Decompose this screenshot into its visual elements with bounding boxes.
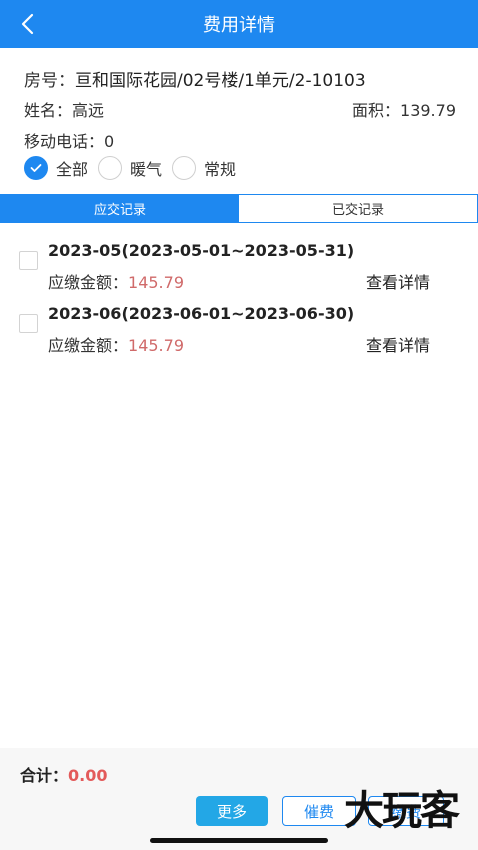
record-amount: 应缴金额：145.79 bbox=[48, 332, 184, 356]
record-tabs: 应交记录 已交记录 bbox=[0, 194, 478, 223]
list-item: 2023-05(2023-05-01~2023-05-31) 应缴金额：145.… bbox=[0, 241, 478, 301]
record-checkbox[interactable] bbox=[19, 251, 38, 270]
tab-paid-records[interactable]: 已交记录 bbox=[239, 195, 477, 222]
view-detail-link[interactable]: 查看详情 bbox=[366, 332, 430, 356]
home-indicator bbox=[150, 838, 328, 843]
watermark: 大玩客 bbox=[344, 788, 460, 834]
area-label: 面积： bbox=[352, 101, 401, 120]
amount-value: 145.79 bbox=[128, 336, 184, 355]
name-row: 姓名：高远 bbox=[24, 97, 104, 121]
area-value: 139.79 bbox=[400, 101, 456, 120]
record-amount: 应缴金额：145.79 bbox=[48, 269, 184, 293]
phone-label: 移动电话： bbox=[24, 132, 105, 151]
total-amount: 合计：0.00 bbox=[20, 762, 108, 786]
amount-label: 应缴金额： bbox=[48, 273, 129, 292]
fee-type-filter: 全部 暖气 常规 bbox=[24, 155, 246, 181]
list-item: 2023-06(2023-06-01~2023-06-30) 应缴金额：145.… bbox=[0, 304, 478, 364]
filter-label-heating[interactable]: 暖气 bbox=[130, 156, 162, 180]
checkmark-icon bbox=[30, 164, 42, 172]
filter-label-regular[interactable]: 常规 bbox=[204, 156, 236, 180]
area-row: 面积：139.79 bbox=[352, 97, 456, 121]
name-value: 高远 bbox=[72, 101, 105, 120]
amount-label: 应缴金额： bbox=[48, 336, 129, 355]
filter-radio-all[interactable] bbox=[24, 156, 48, 180]
more-button[interactable]: 更多 bbox=[196, 796, 268, 826]
phone-value: 0 bbox=[104, 132, 115, 151]
total-label: 合计： bbox=[20, 766, 69, 785]
amount-value: 145.79 bbox=[128, 273, 184, 292]
phone-row: 移动电话：0 bbox=[24, 128, 114, 152]
record-period: 2023-06(2023-06-01~2023-06-30) bbox=[48, 304, 355, 323]
record-period: 2023-05(2023-05-01~2023-05-31) bbox=[48, 241, 355, 260]
view-detail-link[interactable]: 查看详情 bbox=[366, 269, 430, 293]
house-number-label: 房号： bbox=[24, 71, 75, 91]
tab-due-records[interactable]: 应交记录 bbox=[1, 195, 239, 222]
filter-label-all[interactable]: 全部 bbox=[56, 156, 88, 180]
filter-radio-heating[interactable] bbox=[98, 156, 123, 180]
house-number-row: 房号：亘和国际花园/02号楼/1单元/2-10103 bbox=[24, 66, 366, 91]
page-title: 费用详情 bbox=[203, 15, 275, 36]
record-checkbox[interactable] bbox=[19, 314, 38, 333]
filter-radio-regular[interactable] bbox=[172, 156, 197, 180]
name-label: 姓名： bbox=[24, 101, 73, 120]
house-number-value: 亘和国际花园/02号楼/1单元/2-10103 bbox=[75, 71, 366, 91]
app-header: 费用详情 bbox=[0, 0, 478, 48]
total-value: 0.00 bbox=[68, 766, 108, 785]
